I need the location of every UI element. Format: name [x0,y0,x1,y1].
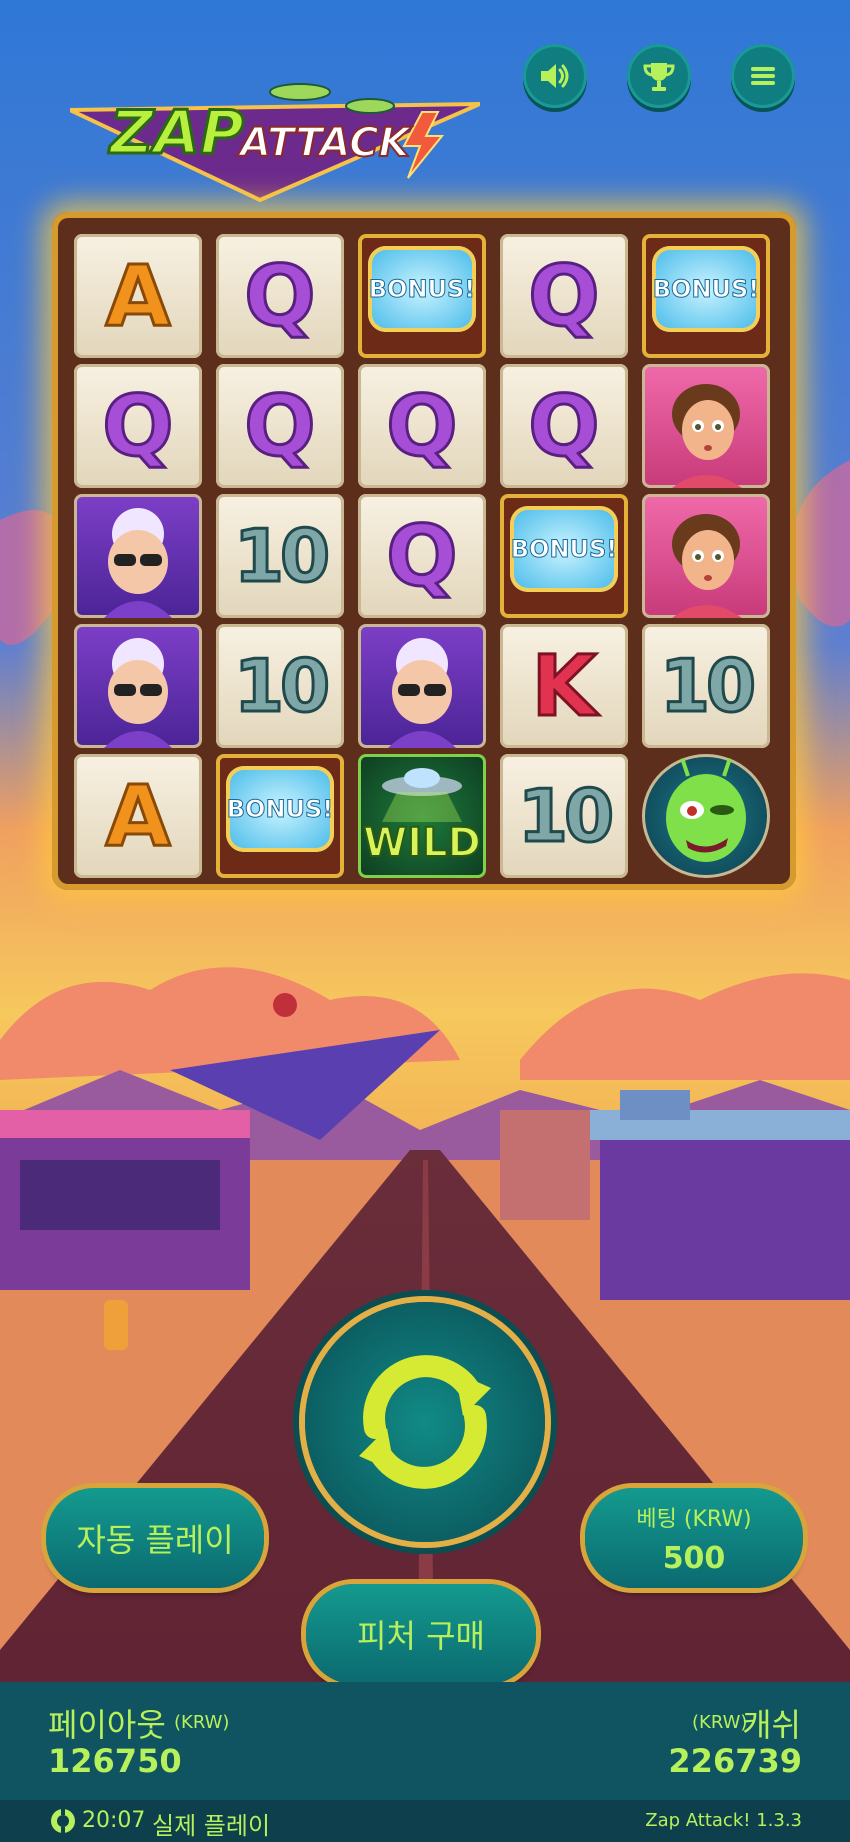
wild-symbol-label: WILD [362,819,482,867]
logo-word-attack: ATTACK [239,119,411,167]
reel-symbol: BONUS! [358,234,486,358]
bonus-symbol-label: BONUS! [652,275,760,304]
logo-word-zap: ZAP [109,97,246,170]
payout-currency: (KRW) [174,1712,230,1733]
reel-symbol [74,624,202,748]
menu-button[interactable] [731,44,795,108]
reel-symbol: Q [358,494,486,618]
granny-character-icon [388,638,456,748]
reel-symbol: Q [358,364,486,488]
reel-symbol: WILD [358,754,486,878]
payout-value: 126750 [48,1742,182,1780]
casino-chip-icon [51,1809,75,1833]
reel-symbol: Q [216,364,344,488]
reel-symbol: 10 [500,754,628,878]
reel-board: A Q BONUS! Q BONUS! Q Q Q Q 10 Q BONUS! 10 K 10 A BONUS!… [52,212,796,890]
reel-symbol: 10 [216,494,344,618]
symbol-q: Q [101,377,175,475]
cash-label: 캐쉬 [742,1706,801,1744]
granny-character-icon [104,638,172,748]
ufo-icon [382,768,462,822]
status-bar: 20:07 실제 플레이 Zap Attack! 1.3.3 [0,1800,850,1842]
reel-symbol: Q [74,364,202,488]
reel-symbol: A [74,754,202,878]
symbol-a: A [104,767,172,865]
trophy-icon [643,63,675,91]
bonus-symbol-label: BONUS! [510,535,618,564]
reel-symbol: A [74,234,202,358]
bonus-symbol-label: BONUS! [226,795,334,824]
reel-symbol: K [500,624,628,748]
alien-character-icon [666,757,746,862]
bet-button[interactable]: 베팅 (KRW) 500 [585,1488,803,1588]
bonus-tv-icon: BONUS! [226,766,334,852]
reel-symbol [642,494,770,618]
reel-symbol [642,754,770,878]
play-mode: 실제 플레이 [152,1812,271,1840]
symbol-q: Q [527,377,601,475]
autoplay-label: 자동 플레이 [76,1521,234,1559]
game-scene: ZAP ATTACK A Q BONUS! Q BONUS! Q Q Q Q 10 Q BONUS! 1… [0,0,850,1842]
clock-time: 20:07 [82,1808,146,1833]
symbol-k: K [530,637,598,735]
refresh-icon [359,1355,491,1489]
speaker-icon [541,64,569,88]
symbol-a: A [104,247,172,345]
cash-value: 226739 [668,1742,802,1780]
reel-symbol [642,364,770,488]
game-version: Zap Attack! 1.3.3 [645,1810,802,1831]
sound-button[interactable] [523,44,587,108]
waitress-character-icon [672,514,742,618]
reel-symbol: Q [216,234,344,358]
reel-symbol: BONUS! [500,494,628,618]
bet-value: 500 [662,1540,726,1576]
bonus-tv-icon: BONUS! [368,246,476,332]
payout-label: 페이아웃 [48,1706,166,1744]
reel-symbol [358,624,486,748]
game-logo: ZAP ATTACK [70,78,480,206]
bonus-symbol-label: BONUS! [368,275,476,304]
buy-feature-button[interactable]: 피처 구매 [306,1584,536,1684]
symbol-10: 10 [232,514,331,598]
trophy-button[interactable] [627,44,691,108]
spin-button[interactable] [305,1302,545,1542]
granny-character-icon [104,508,172,618]
autoplay-button[interactable]: 자동 플레이 [46,1488,264,1588]
reel-symbol [74,494,202,618]
bet-label: 베팅 (KRW) [636,1506,752,1532]
reel-symbol: Q [500,234,628,358]
hamburger-menu-icon [751,67,775,85]
symbol-q: Q [385,507,459,605]
symbol-q: Q [243,377,317,475]
symbol-q: Q [385,377,459,475]
reel-symbol: 10 [216,624,344,748]
reel-symbol: 10 [642,624,770,748]
symbol-10: 10 [516,774,615,858]
symbol-q: Q [243,247,317,345]
bonus-tv-icon: BONUS! [510,506,618,592]
reel-symbol: BONUS! [642,234,770,358]
reel-symbol: Q [500,364,628,488]
symbol-10: 10 [658,644,757,728]
symbol-10: 10 [232,644,331,728]
bonus-tv-icon: BONUS! [652,246,760,332]
reel-symbol: BONUS! [216,754,344,878]
waitress-character-icon [672,384,742,488]
balance-footer: 페이아웃 (KRW) 126750 (KRW) 캐쉬 226739 [0,1682,850,1800]
cash-currency: (KRW) [692,1712,748,1733]
buy-feature-label: 피처 구매 [357,1617,485,1655]
symbol-q: Q [527,247,601,345]
